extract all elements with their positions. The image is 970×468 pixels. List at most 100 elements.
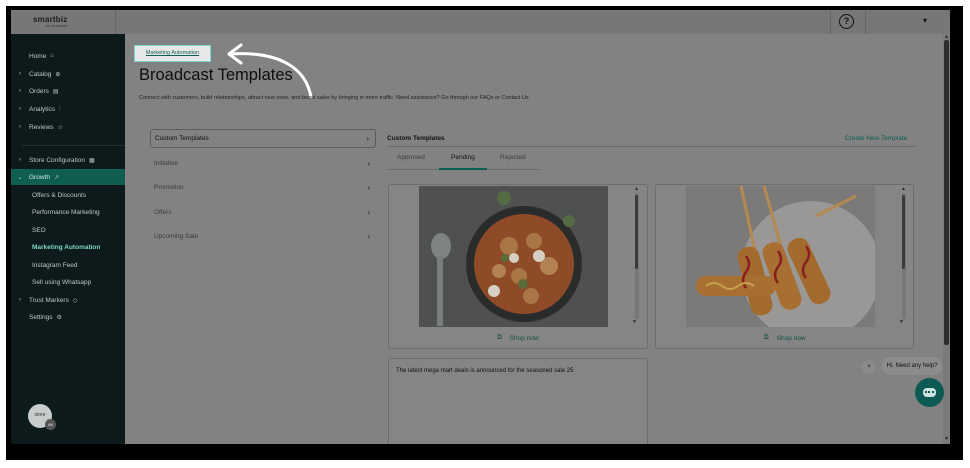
create-new-template-link[interactable]: Create New Template [845,135,907,142]
card-scroll-thumb[interactable] [902,195,905,269]
sidebar-item-seo[interactable]: SEO [11,222,125,238]
sidebar-item-store-configuration[interactable]: › Store Configuration ▦ [11,152,125,168]
sidebar-item-label: Trust Markers [29,296,69,304]
sidebar-item-offers-discounts[interactable]: Offers & Discounts [11,187,125,203]
category-label: Upcoming Sale [154,233,199,240]
chevron-right-icon: › [19,124,21,130]
chevron-right-icon: › [19,88,21,94]
scroll-down-icon[interactable]: ▼ [632,319,637,325]
chevron-right-icon: › [19,106,21,112]
category-promotion[interactable]: Promotion › [150,178,376,197]
page-scrollbar[interactable]: ▲ ▼ [943,34,950,444]
shop-now-label: Shop now [509,334,539,342]
card-scroll-thumb[interactable] [635,195,638,269]
chevron-right-icon: › [367,208,370,217]
sidebar-item-label: Marketing Automation [32,243,101,251]
sidebar-item-label: SEO [32,226,46,234]
chevron-down-icon: ⌄ [17,174,23,181]
star-icon: ☆ [57,124,63,131]
shield-icon: ◇ [72,297,78,304]
sidebar-item-label: Catalog [29,70,52,78]
sidebar-item-settings[interactable]: Settings ⚙ [11,309,125,325]
corn-dog-skewers-photo-icon [686,186,875,327]
chevron-right-icon: › [367,232,370,241]
chevron-right-icon: › [366,134,369,143]
sidebar-item-trust-markers[interactable]: › Trust Markers ◇ [11,292,125,308]
chat-close-icon[interactable]: × [862,360,876,374]
sidebar-item-sell-using-whatsapp[interactable]: Sell using Whatsapp [11,274,125,290]
chevron-right-icon: › [367,159,370,168]
sidebar-item-label: Home [29,52,47,60]
sidebar-divider [22,145,127,146]
analytics-icon: ⫶ [59,105,61,112]
growth-icon: ↗ [53,174,59,181]
account-chevron-down-icon[interactable]: ▾ [923,16,927,25]
sidebar-item-instagram-feed[interactable]: Instagram Feed [11,257,125,273]
chevron-right-icon: › [19,297,21,303]
breadcrumb-label: Marketing Automation [145,50,200,56]
template-card[interactable]: ▲ ▼ ⧉ Shop now [388,184,648,349]
tab-pending[interactable]: Pending [451,154,475,161]
scroll-down-icon[interactable]: ▼ [944,436,949,442]
gnocchi-dish-photo-icon [419,186,608,327]
page-subtitle: Connect with customers, build relationsh… [139,95,529,101]
chat-launcher-button[interactable] [915,378,944,407]
template-card[interactable]: ▲ ▼ ⧉ Shop now [655,184,914,349]
sidebar-item-label: Reviews [29,123,54,131]
shop-now-button[interactable]: ⧉ Shop now [764,334,806,342]
chevron-right-icon: › [19,157,21,163]
sidebar-item-label: Sell using Whatsapp [32,278,92,286]
sidebar-item-reviews[interactable]: › Reviews ☆ [11,119,125,135]
sidebar-item-marketing-automation[interactable]: Marketing Automation [11,239,125,255]
top-bar: smartbiz by amazon ? ▾ [11,10,950,34]
shop-now-button[interactable]: ⧉ Shop now [497,334,539,342]
category-offers[interactable]: Offers › [150,203,376,222]
gnocchi-dish-image [419,186,608,327]
breadcrumb[interactable]: Marketing Automation [134,45,211,62]
sidebar-item-catalog[interactable]: › Catalog ⊕ [11,66,125,82]
message-text: The latest mega mart deals is announced … [396,368,574,374]
scroll-down-icon[interactable]: ▼ [899,319,904,325]
sidebar-item-performance-marketing[interactable]: Performance Marketing [11,204,125,220]
sidebar-item-label: Analytics [29,105,56,113]
sidebar: Home ⌂ › Catalog ⊕ › Orders ▤ › Analytics ⫶ › Re… [11,34,127,444]
scroll-up-icon[interactable]: ▲ [634,186,639,192]
logo-area: smartbiz by amazon [11,10,116,34]
help-icon[interactable]: ? [839,14,854,29]
external-link-icon: ⧉ [764,334,769,341]
sidebar-item-analytics[interactable]: › Analytics ⫶ [11,101,125,117]
catalog-icon: ⊕ [55,71,61,78]
shop-now-label: Shop now [776,334,806,342]
chevron-right-icon: › [367,183,370,192]
scroll-up-icon[interactable]: ▲ [901,186,906,192]
category-custom-templates[interactable]: Custom Templates › [150,129,376,148]
page-title: Broadcast Templates [139,66,293,84]
sidebar-item-home[interactable]: Home ⌂ [11,48,125,64]
sidebar-item-label: Instagram Feed [32,261,78,269]
sidebar-item-label: Performance Marketing [32,208,100,216]
chat-dots [925,391,934,393]
message-card[interactable]: The latest mega mart deals is announced … [388,358,648,444]
corn-dog-image [686,186,875,327]
tab-approved[interactable]: Approved [397,154,425,161]
category-initiative[interactable]: Initiative › [150,154,376,173]
category-label: Custom Templates [155,135,209,142]
brand-logo[interactable]: smartbiz by amazon [33,15,68,28]
tab-rejected[interactable]: Rejected [500,154,526,161]
chevron-right-icon: › [19,71,21,77]
sidebar-item-orders[interactable]: › Orders ▤ [11,83,125,99]
orders-icon: ▤ [52,88,59,95]
chat-prompt[interactable]: Hi. Need any help? [882,357,942,375]
category-label: Offers [154,209,172,216]
sidebar-item-label: Growth [29,173,50,181]
category-upcoming-sale[interactable]: Upcoming Sale › [150,227,376,246]
sidebar-item-label: Orders [29,87,49,95]
sidebar-item-growth[interactable]: ⌄ Growth ↗ [11,169,125,185]
active-tab-indicator [439,168,487,170]
avatar-badge: 68 [45,419,56,430]
page-scroll-thumb[interactable] [944,40,949,345]
main-content: Marketing Automation Broadcast Templates… [125,34,943,444]
store-icon: ▦ [89,157,95,164]
home-icon: ⌂ [50,53,54,59]
sidebar-item-label: Store Configuration [29,156,86,164]
